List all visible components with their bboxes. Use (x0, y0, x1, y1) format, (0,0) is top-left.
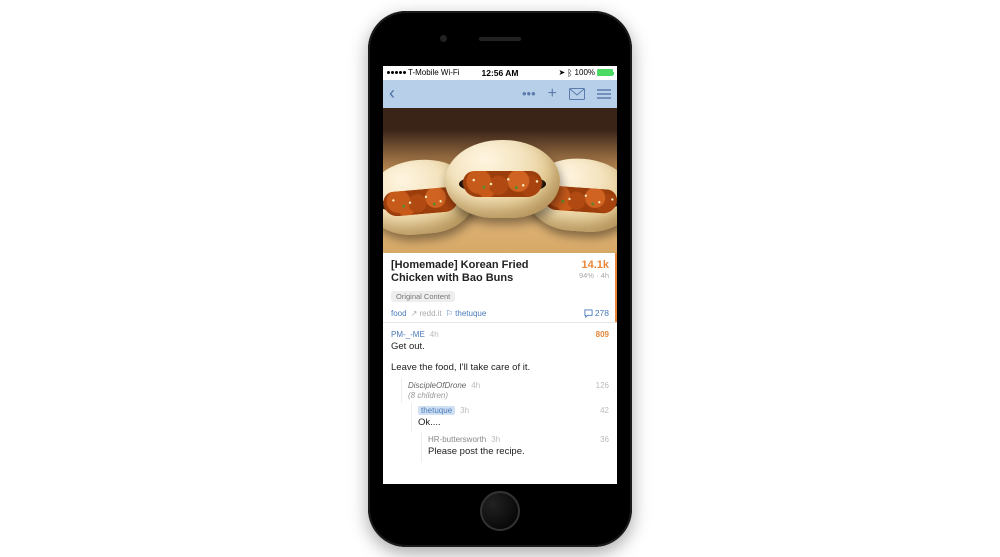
battery-icon (597, 69, 613, 76)
comment[interactable]: thetuque 3h 42 Ok.... (411, 403, 609, 433)
post-meta: food ↗ redd.it ⚐ thetuque 278 (391, 308, 609, 318)
phone-frame: T-Mobile Wi-Fi 12:56 AM ➤ ᛒ 100% ‹ ••• + (368, 11, 632, 547)
comment-count[interactable]: 278 (584, 308, 609, 318)
comment-time: 4h (471, 381, 480, 390)
menu-button[interactable] (597, 88, 611, 100)
status-left: T-Mobile Wi-Fi (387, 68, 482, 77)
status-right: ➤ ᛒ 100% (519, 68, 614, 78)
comment-score: 42 (600, 406, 609, 415)
comment-author[interactable]: PM-_-ME (391, 330, 425, 339)
post-header: [Homemade] Korean Fried Chicken with Bao… (383, 253, 617, 324)
phone-inner: T-Mobile Wi-Fi 12:56 AM ➤ ᛒ 100% ‹ ••• + (376, 19, 624, 539)
signal-icon (387, 71, 406, 74)
comment-body: Leave the food, I'll take care of it. (391, 362, 609, 375)
comment-children-count[interactable]: (8 children) (408, 391, 609, 400)
bluetooth-icon: ᛒ (567, 68, 572, 78)
post-title[interactable]: [Homemade] Korean Fried Chicken with Bao… (391, 259, 573, 287)
post-flair[interactable]: Original Content (391, 291, 455, 302)
battery-pct: 100% (575, 68, 595, 77)
screen: T-Mobile Wi-Fi 12:56 AM ➤ ᛒ 100% ‹ ••• + (383, 66, 617, 484)
post-author[interactable]: ⚐ thetuque (446, 309, 487, 318)
food-illustration (445, 140, 560, 218)
comment-time: 3h (491, 435, 500, 444)
comment-time: 4h (430, 330, 439, 339)
more-button[interactable]: ••• (522, 86, 536, 101)
back-button[interactable]: ‹ (389, 83, 395, 104)
nav-bar: ‹ ••• + (383, 80, 617, 108)
comment-icon (584, 309, 593, 318)
post-score-sub: 94% · 4h (579, 271, 609, 280)
comment-score: 36 (600, 435, 609, 444)
home-button[interactable] (480, 491, 520, 531)
post-score: 14.1k (579, 259, 609, 271)
comment-time: 3h (460, 406, 469, 415)
front-camera (440, 35, 447, 42)
mail-button[interactable] (569, 88, 585, 100)
comments-list[interactable]: PM-_-ME 4h 809 Get out. Leave the food, … (383, 323, 617, 462)
comment-author-op[interactable]: thetuque (418, 406, 455, 415)
comment[interactable]: DiscipleOfDrone 4h 126 (8 children) (401, 378, 609, 403)
comment[interactable]: PM-_-ME 4h 809 Get out. Leave the food, … (391, 327, 609, 378)
status-bar: T-Mobile Wi-Fi 12:56 AM ➤ ᛒ 100% (383, 66, 617, 80)
comment-body: Ok.... (418, 417, 609, 430)
comment[interactable]: HR-buttersworth 3h 36 Please post the re… (421, 432, 609, 462)
comment-score: 126 (596, 381, 609, 390)
comment-body: Please post the recipe. (428, 446, 609, 459)
carrier-label: T-Mobile Wi-Fi (408, 68, 460, 77)
post-domain: ↗ redd.it (411, 309, 442, 318)
status-time: 12:56 AM (482, 68, 519, 78)
post-image[interactable] (383, 108, 617, 253)
comment-author[interactable]: DiscipleOfDrone (408, 381, 466, 390)
speaker-grille (479, 37, 521, 41)
comment-body: Get out. (391, 341, 609, 354)
subreddit-link[interactable]: food (391, 309, 407, 318)
location-icon: ➤ (558, 68, 565, 77)
comment-author[interactable]: HR-buttersworth (428, 435, 486, 444)
add-button[interactable]: + (548, 85, 557, 103)
comment-score: 809 (596, 330, 609, 339)
